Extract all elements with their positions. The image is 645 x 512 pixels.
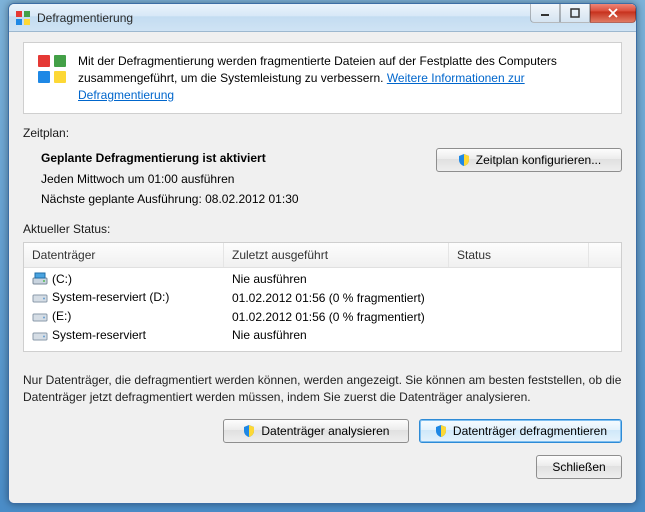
schedule-recurrence: Jeden Mittwoch um 01:00 ausführen — [41, 169, 436, 189]
content-area: Mit der Defragmentierung werden fragment… — [9, 32, 636, 503]
window-controls — [530, 3, 636, 23]
drive-icon — [32, 310, 48, 324]
table-row[interactable]: (E:) 01.02.2012 01:56 (0 % fragmentiert) — [24, 307, 621, 326]
schedule-status: Geplante Defragmentierung ist aktiviert — [41, 148, 436, 168]
configure-schedule-button[interactable]: Zeitplan konfigurieren... — [436, 148, 622, 172]
close-dialog-button[interactable]: Schließen — [536, 455, 622, 479]
column-drive[interactable]: Datenträger — [24, 243, 224, 267]
drive-icon — [32, 272, 48, 286]
column-spacer — [589, 243, 621, 267]
defragment-label: Datenträger defragmentieren — [453, 424, 607, 438]
close-row: Schließen — [23, 455, 622, 479]
drive-list: Datenträger Zuletzt ausgeführt Status (C… — [23, 242, 622, 352]
analyze-label: Datenträger analysieren — [261, 424, 389, 438]
drive-icon — [32, 329, 48, 343]
close-label: Schließen — [552, 460, 605, 474]
table-row[interactable]: (C:) Nie ausführen — [24, 270, 621, 289]
note-text: Nur Datenträger, die defragmentiert werd… — [23, 372, 622, 406]
schedule-info: Geplante Defragmentierung ist aktiviert … — [23, 148, 436, 209]
drive-last-run: 01.02.2012 01:56 (0 % fragmentiert) — [232, 310, 457, 324]
drive-list-body: (C:) Nie ausführen System-reserviert (D:) 0… — [24, 268, 621, 351]
titlebar[interactable]: Defragmentierung — [9, 4, 636, 32]
minimize-button[interactable] — [530, 3, 560, 23]
schedule-next-run: Nächste geplante Ausführung: 08.02.2012 … — [41, 189, 436, 209]
table-row[interactable]: System-reserviert Nie ausführen — [24, 326, 621, 345]
drive-last-run: Nie ausführen — [232, 272, 457, 286]
defrag-window: Defragmentierung — [8, 3, 637, 504]
defragment-button[interactable]: Datenträger defragmentieren — [419, 419, 622, 443]
maximize-button[interactable] — [560, 3, 590, 23]
info-text: Mit der Defragmentierung werden fragment… — [78, 53, 609, 103]
column-status[interactable]: Status — [449, 243, 589, 267]
window-title: Defragmentierung — [37, 11, 133, 25]
schedule-section-label: Zeitplan: — [23, 126, 622, 140]
drive-last-run: Nie ausführen — [232, 328, 457, 342]
close-button[interactable] — [590, 3, 636, 23]
shield-icon — [434, 424, 448, 438]
info-banner: Mit der Defragmentierung werden fragment… — [23, 42, 622, 114]
drive-name: (E:) — [52, 309, 71, 323]
app-icon — [15, 10, 31, 26]
configure-schedule-label: Zeitplan konfigurieren... — [476, 153, 601, 167]
drive-icon — [32, 291, 48, 305]
drive-name: System-reserviert (D:) — [52, 290, 169, 304]
drive-name: (C:) — [52, 272, 72, 286]
drive-list-header: Datenträger Zuletzt ausgeführt Status — [24, 243, 621, 268]
action-buttons: Datenträger analysieren Datenträger defr… — [23, 419, 622, 443]
status-section-label: Aktueller Status: — [23, 222, 622, 236]
schedule-row: Geplante Defragmentierung ist aktiviert … — [23, 148, 622, 209]
drive-last-run: 01.02.2012 01:56 (0 % fragmentiert) — [232, 291, 457, 305]
table-row[interactable]: System-reserviert (D:) 01.02.2012 01:56 (… — [24, 288, 621, 307]
drive-name: System-reserviert — [52, 328, 146, 342]
defrag-icon — [36, 53, 68, 85]
shield-icon — [457, 153, 471, 167]
shield-icon — [242, 424, 256, 438]
analyze-button[interactable]: Datenträger analysieren — [223, 419, 409, 443]
column-last-run[interactable]: Zuletzt ausgeführt — [224, 243, 449, 267]
